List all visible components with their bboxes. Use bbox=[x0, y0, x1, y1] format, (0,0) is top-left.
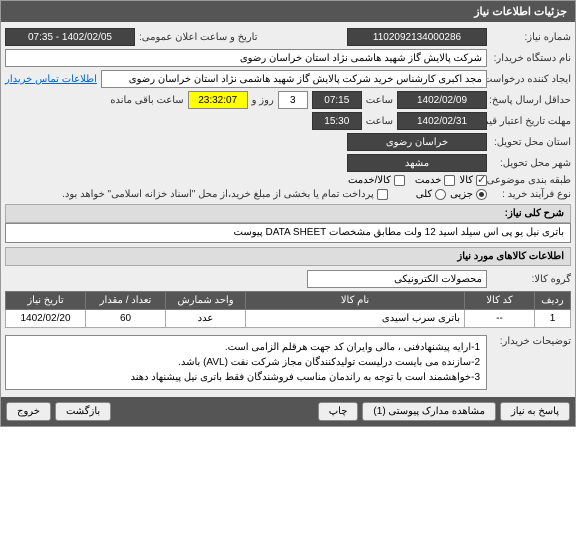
time-label-1: ساعت bbox=[366, 95, 393, 106]
purchase-type-label: نوع فرآیند خرید : bbox=[491, 189, 571, 200]
notes-label: توضیحات خریدار: bbox=[491, 332, 571, 347]
radio-icon bbox=[476, 189, 487, 200]
cell-date: 1402/02/20 bbox=[6, 310, 86, 328]
items-section-title: اطلاعات کالاهای مورد نیاز bbox=[5, 247, 571, 266]
cat-service-check[interactable]: خدمت bbox=[415, 175, 456, 186]
note-line-1: 1-ارایه پیشنهادفنی ، مالی وایران کد جهت … bbox=[12, 340, 480, 355]
table-header-row: ردیف کد کالا نام کالا واحد شمارش تعداد /… bbox=[6, 292, 571, 310]
payment-note-check[interactable]: پرداخت تمام یا بخشی از مبلغ خرید،از محل … bbox=[62, 189, 388, 200]
group-value: محصولات الکترونیکی bbox=[307, 270, 487, 288]
pub-date-value: 1402/02/05 - 07:35 bbox=[5, 28, 135, 46]
city-label: شهر محل تحویل: bbox=[491, 158, 571, 169]
exit-button[interactable]: خروج bbox=[6, 402, 51, 421]
category-label: طبقه بندی موضوعی: bbox=[491, 175, 571, 186]
th-code: کد کالا bbox=[465, 292, 535, 310]
th-date: تاریخ نیاز bbox=[6, 292, 86, 310]
days-label: روز و bbox=[252, 95, 274, 106]
checkbox-icon bbox=[377, 189, 388, 200]
time-label-2: ساعت bbox=[366, 116, 393, 127]
cell-row: 1 bbox=[535, 310, 571, 328]
cell-qty: 60 bbox=[86, 310, 166, 328]
requester-label: ایجاد کننده درخواست: bbox=[491, 74, 571, 85]
validity-date-value: 1402/02/31 bbox=[397, 112, 487, 130]
checkbox-icon bbox=[476, 175, 487, 186]
cat-goods-service-check[interactable]: کالا/خدمت bbox=[348, 175, 405, 186]
note-line-2: 2-سازنده می بایست درلیست تولیدکنندگان مج… bbox=[12, 355, 480, 370]
cell-unit: عدد bbox=[166, 310, 246, 328]
items-table: ردیف کد کالا نام کالا واحد شمارش تعداد /… bbox=[5, 291, 571, 328]
back-button[interactable]: بازگشت bbox=[55, 402, 111, 421]
respond-button[interactable]: پاسخ به نیاز bbox=[500, 402, 570, 421]
need-number-label: شماره نیاز: bbox=[491, 32, 571, 43]
remaining-label: ساعت باقی مانده bbox=[110, 95, 183, 106]
th-qty: تعداد / مقدار bbox=[86, 292, 166, 310]
note-line-3: 3-خواهشمند است با توجه به راندمان مناسب … bbox=[12, 370, 480, 385]
cell-code: -- bbox=[465, 310, 535, 328]
attachments-button[interactable]: مشاهده مدارک پیوستی (1) bbox=[362, 402, 496, 421]
group-label: گروه کالا: bbox=[491, 274, 571, 285]
desc-text: باتری نیل یو پی اس سیلد اسید 12 ولت مطاب… bbox=[5, 223, 571, 243]
cell-name: باتری سرب اسیدی bbox=[246, 310, 465, 328]
payment-note-label: پرداخت تمام یا بخشی از مبلغ خرید،از محل … bbox=[62, 189, 374, 200]
cat-service-label: خدمت bbox=[415, 175, 442, 186]
th-name: نام کالا bbox=[246, 292, 465, 310]
page-header: جزئیات اطلاعات نیاز bbox=[1, 1, 575, 22]
th-row: ردیف bbox=[535, 292, 571, 310]
province-label: استان محل تحویل: bbox=[491, 137, 571, 148]
table-row[interactable]: 1 -- باتری سرب اسیدی عدد 60 1402/02/20 bbox=[6, 310, 571, 328]
cat-goods-label: کالا bbox=[459, 175, 473, 186]
pub-date-label: تاریخ و ساعت اعلان عمومی: bbox=[139, 32, 258, 43]
need-number-value: 1102092134000286 bbox=[347, 28, 487, 46]
radio-icon bbox=[435, 189, 446, 200]
validity-label: مهلت تاریخ اعتبار قیمت: تا تاریخ: bbox=[491, 116, 571, 127]
page-title: جزئیات اطلاعات نیاز bbox=[474, 6, 567, 18]
cat-goods-check[interactable]: کالا bbox=[459, 175, 487, 186]
deadline-time-value: 07:15 bbox=[312, 91, 362, 109]
contact-link[interactable]: اطلاعات تماس خریدار bbox=[5, 74, 97, 85]
province-value: خراسان رضوی bbox=[347, 133, 487, 151]
footer-toolbar: پاسخ به نیاز مشاهده مدارک پیوستی (1) چاپ… bbox=[1, 397, 575, 426]
pt-partial-label: جزیی bbox=[450, 189, 473, 200]
th-unit: واحد شمارش bbox=[166, 292, 246, 310]
checkbox-icon bbox=[394, 175, 405, 186]
pt-full-radio[interactable]: کلی bbox=[416, 189, 446, 200]
pt-full-label: کلی bbox=[416, 189, 432, 200]
days-value: 3 bbox=[278, 91, 308, 109]
requester-value: مجد اکبری کارشناس خرید شرکت پالایش گاز ش… bbox=[101, 70, 487, 88]
print-button[interactable]: چاپ bbox=[318, 402, 359, 421]
deadline-date-value: 1402/02/09 bbox=[397, 91, 487, 109]
countdown-value: 23:32:07 bbox=[188, 91, 248, 109]
validity-time-value: 15:30 bbox=[312, 112, 362, 130]
city-value: مشهد bbox=[347, 154, 487, 172]
buyer-org-label: نام دستگاه خریدار: bbox=[491, 53, 571, 64]
desc-section-title: شرح کلی نیاز: bbox=[5, 204, 571, 223]
buyer-notes: 1-ارایه پیشنهادفنی ، مالی وایران کد جهت … bbox=[5, 335, 487, 390]
cat-goods-service-label: کالا/خدمت bbox=[348, 175, 391, 186]
buyer-org-value: شرکت پالایش گاز شهید هاشمی نژاد استان خر… bbox=[5, 49, 487, 67]
checkbox-icon bbox=[444, 175, 455, 186]
pt-partial-radio[interactable]: جزیی bbox=[450, 189, 487, 200]
deadline-label: حداقل ارسال پاسخ: تا تاریخ: bbox=[491, 95, 571, 106]
